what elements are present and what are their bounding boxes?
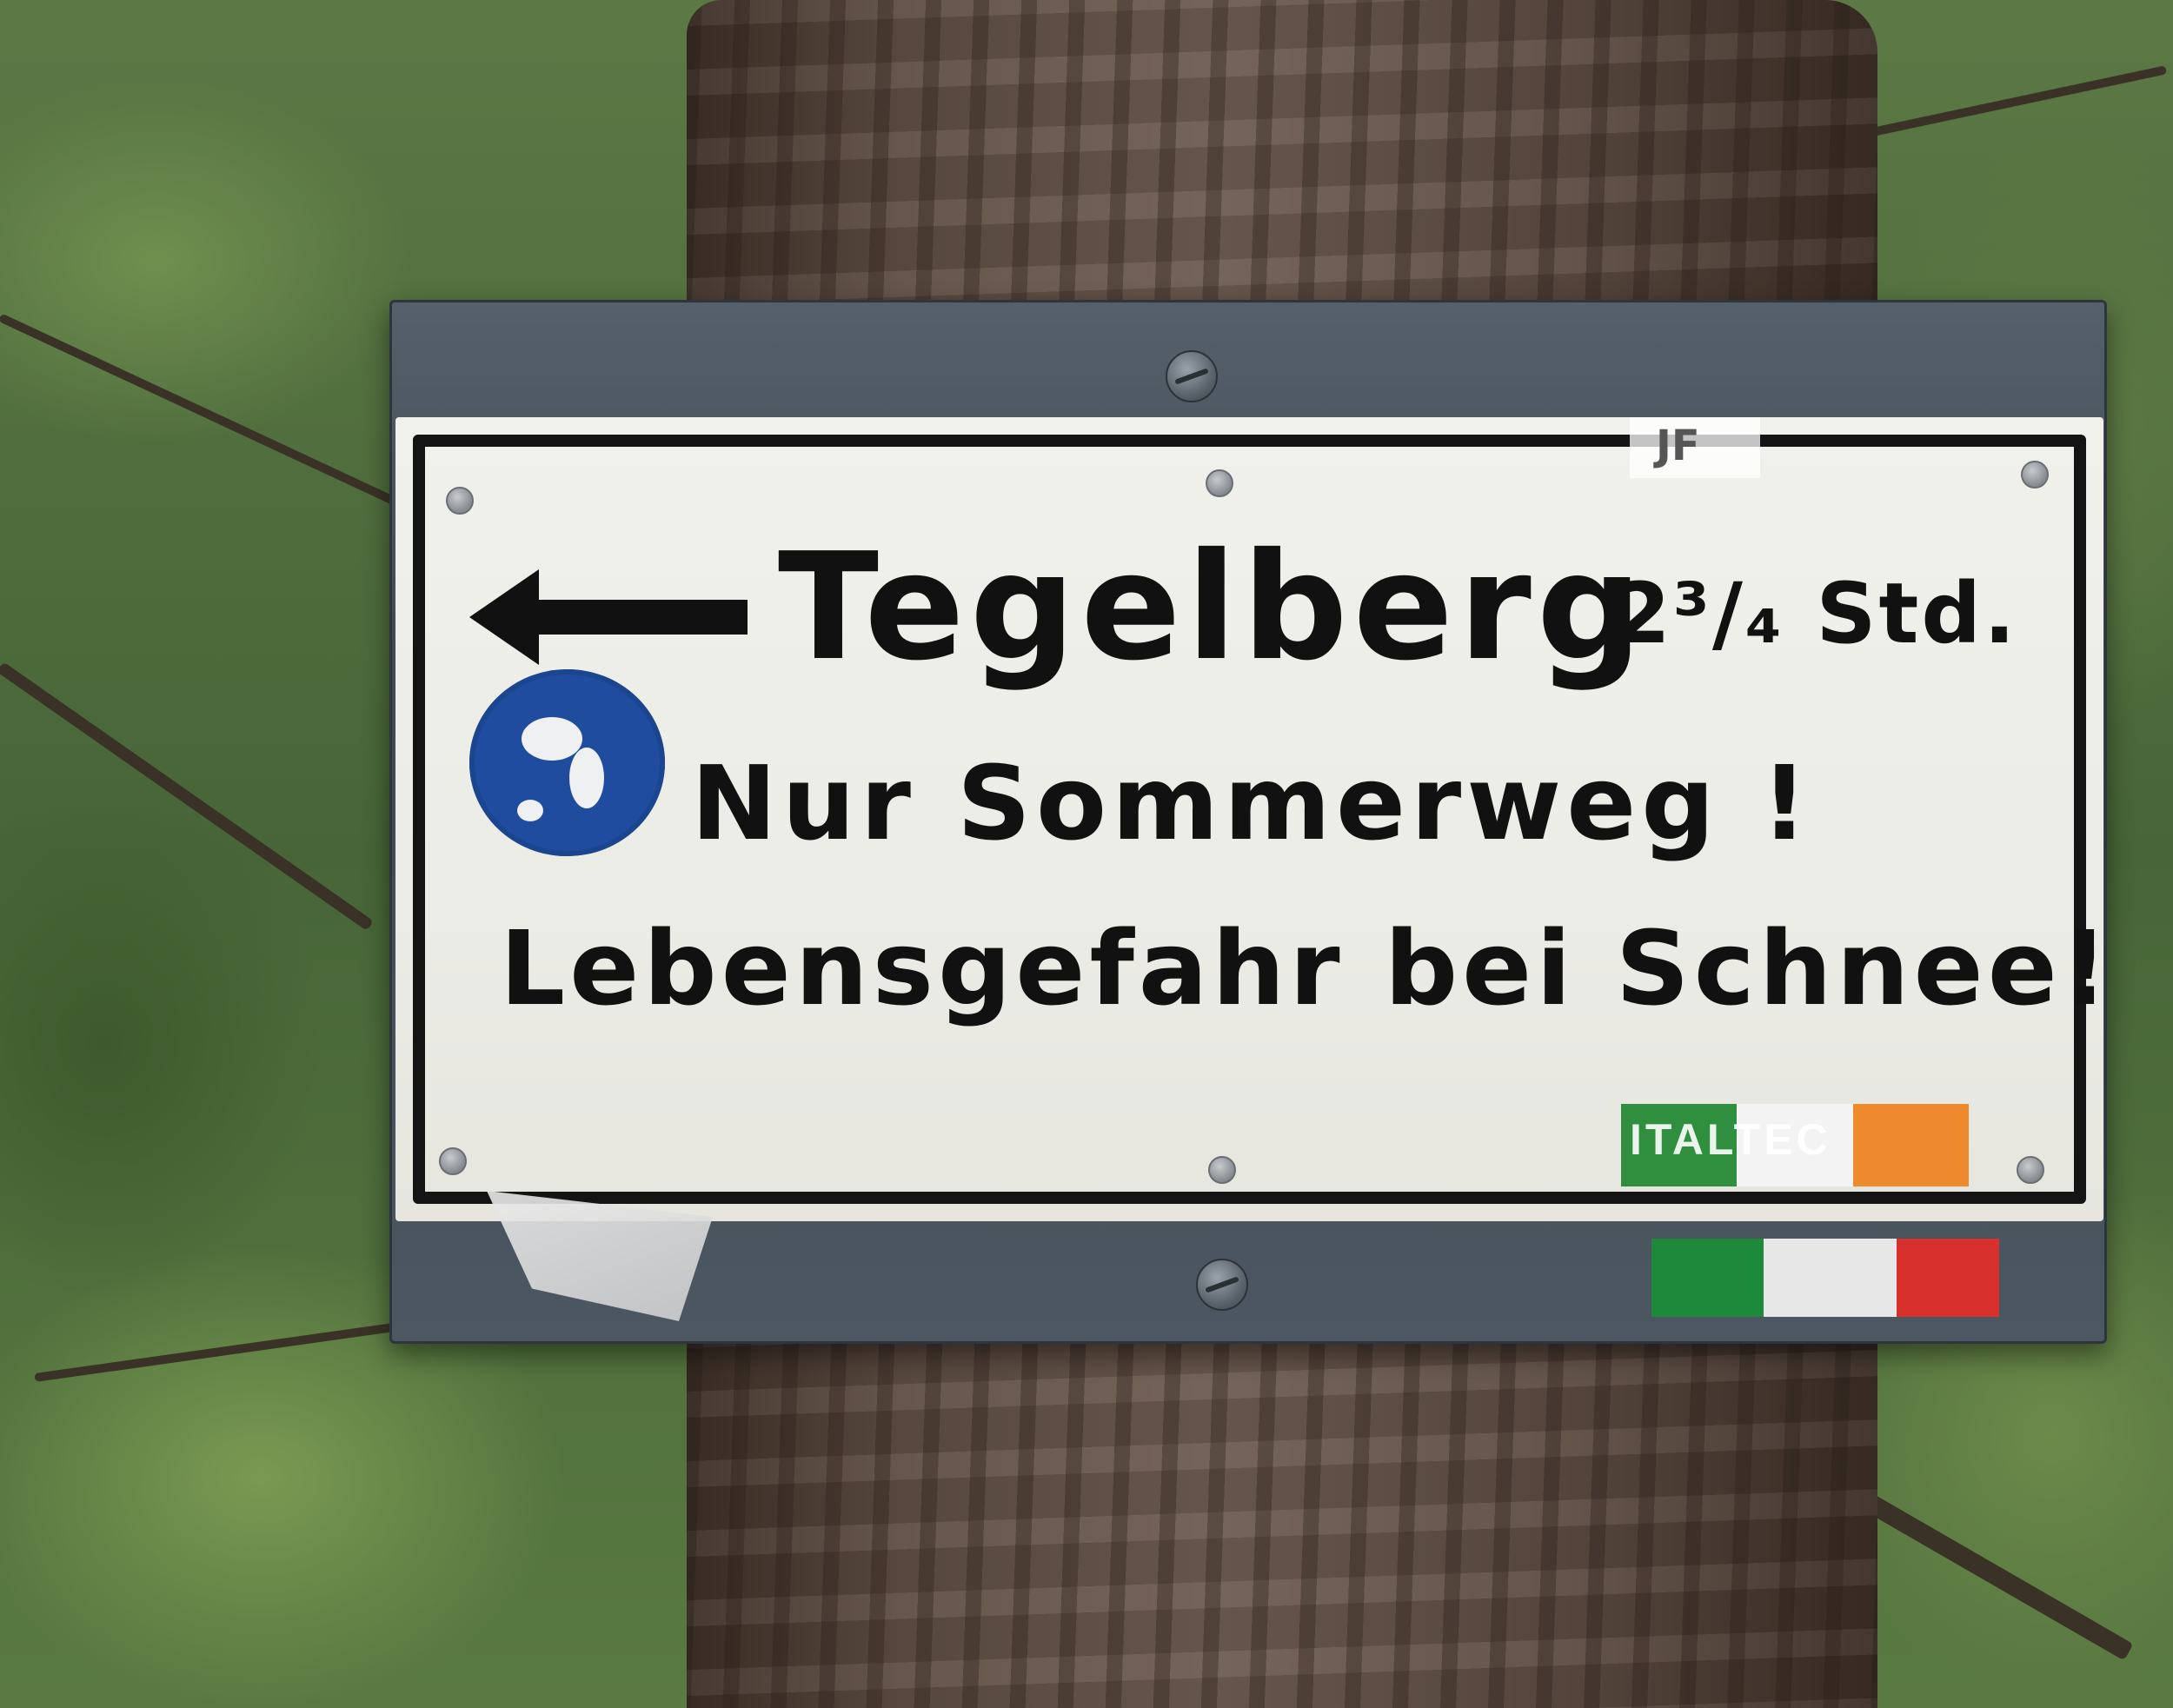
duration-label: 2³/₄ Std.	[1612, 565, 2018, 662]
top-screw	[1166, 350, 1218, 402]
corner-mark-text: JF	[1656, 422, 1700, 470]
snow-danger-warning: Lebensgefahr bei Schnee!	[500, 908, 2113, 1028]
rivet	[439, 1147, 467, 1175]
destination-label: Tegelberg	[778, 522, 1648, 694]
rivet	[2021, 461, 2049, 488]
bottom-screw	[1196, 1259, 1248, 1311]
left-arrow-icon	[469, 569, 748, 665]
rivet	[446, 487, 474, 515]
photo-scene: JF Tegelberg 2³/₄ Std. Nur Sommerweg ! L…	[0, 0, 2173, 1708]
rivet	[1208, 1156, 1236, 1184]
italian-flag-sticker	[1651, 1239, 1999, 1317]
trail-sign: JF Tegelberg 2³/₄ Std. Nur Sommerweg ! L…	[395, 417, 2109, 1221]
rivet	[1206, 469, 1233, 497]
summer-route-notice: Nur Sommerweg !	[691, 743, 1813, 863]
corner-mark: JF	[1630, 417, 1760, 478]
rivet	[2017, 1156, 2044, 1184]
sticker-logo-text: ITALTEC	[1630, 1115, 1831, 1164]
blue-trail-marker-icon	[469, 669, 665, 856]
